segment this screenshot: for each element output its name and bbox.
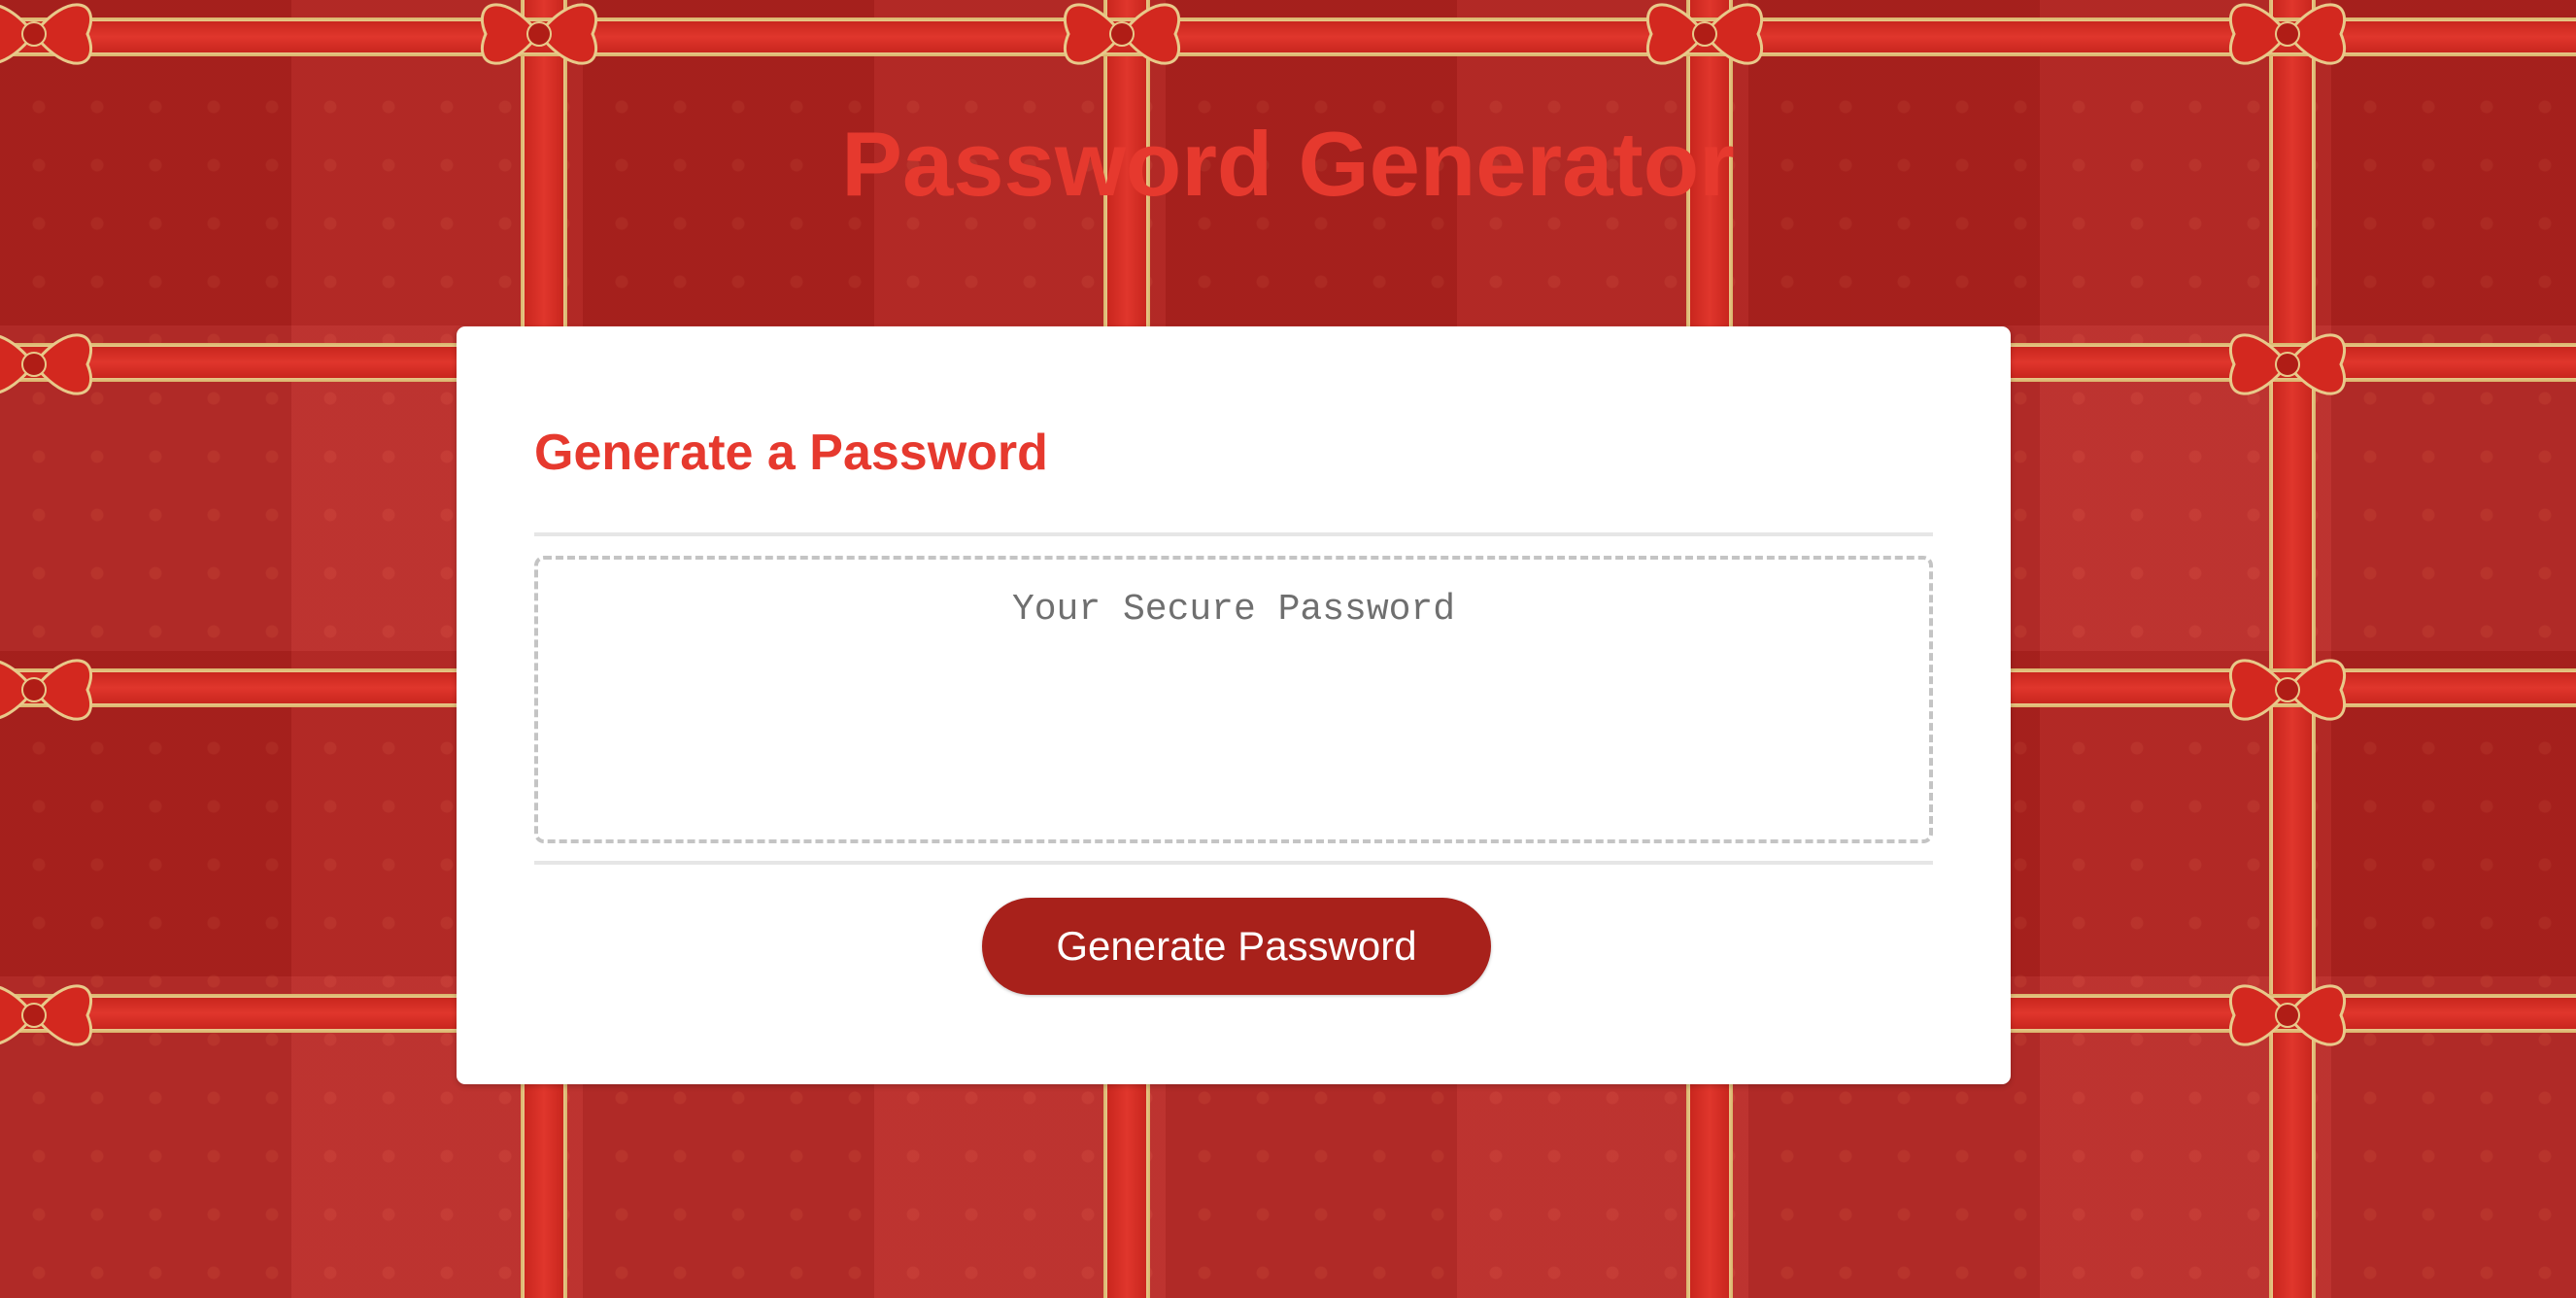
page-title: Password Generator [841, 113, 1735, 215]
card-heading: Generate a Password [534, 425, 1048, 481]
card-footer-divider [534, 861, 1933, 865]
password-card: Generate a Password Generate Password [457, 326, 2011, 1084]
card-header-divider [534, 532, 1933, 536]
generate-password-button[interactable]: Generate Password [982, 898, 1491, 995]
password-output-field[interactable] [534, 556, 1933, 843]
